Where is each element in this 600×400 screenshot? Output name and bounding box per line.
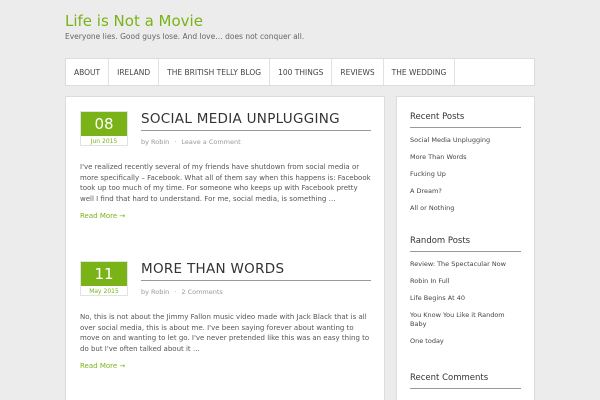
post-comments-link[interactable]: Leave a Comment — [181, 138, 240, 146]
date-day: 08 — [81, 112, 127, 136]
recent-post-link[interactable]: A Dream? — [410, 187, 521, 196]
recent-posts-list: Social Media Unplugging More Than Words … — [410, 136, 521, 213]
post-comments-link[interactable]: 2 Comments — [181, 288, 222, 296]
post-excerpt: I've realized recently several of my fri… — [80, 163, 371, 203]
nav-item-ireland[interactable]: Ireland — [109, 59, 160, 85]
post-excerpt: No, this is not about the Jimmy Fallon m… — [80, 313, 370, 353]
recent-post-link[interactable]: All or Nothing — [410, 204, 521, 213]
date-badge: 08 Jun 2015 — [80, 111, 128, 146]
site-title[interactable]: Life is Not a Movie — [65, 12, 203, 30]
recent-post-link[interactable]: Social Media Unplugging — [410, 136, 521, 145]
recent-post-link[interactable]: More Than Words — [410, 153, 521, 162]
random-post-link[interactable]: Life Begins At 40 — [410, 294, 521, 303]
widget-title: Recent Posts — [410, 112, 521, 128]
date-month: May 2015 — [89, 287, 119, 295]
recent-post-link[interactable]: Fucking Up — [410, 170, 521, 179]
date-day: 11 — [81, 262, 127, 286]
nav-item-100-things[interactable]: 100 Things — [270, 59, 333, 85]
date-badge: 11 May 2015 — [80, 261, 128, 296]
random-posts-widget: Random Posts Review: The Spectacular Now… — [410, 236, 521, 346]
post-author[interactable]: by Robin — [141, 138, 169, 146]
sidebar: Recent Posts Social Media Unplugging Mor… — [396, 96, 535, 400]
post-title[interactable]: SOCIAL MEDIA UNPLUGGING — [141, 111, 371, 131]
post-meta: by Robin · Leave a Comment — [141, 138, 241, 146]
meta-separator: · — [174, 288, 177, 296]
random-post-link[interactable]: Review: The Spectacular Now — [410, 260, 521, 269]
main-content: 08 Jun 2015 SOCIAL MEDIA UNPLUGGING by R… — [65, 96, 385, 400]
date-month: Jun 2015 — [90, 137, 118, 145]
random-post-link[interactable]: Robin In Full — [410, 277, 521, 286]
nav-item-british-telly-blog[interactable]: The British Telly Blog — [159, 59, 271, 85]
random-posts-list: Review: The Spectacular Now Robin In Ful… — [410, 260, 521, 346]
read-more-link[interactable]: Read More → — [80, 212, 125, 220]
nav-item-about[interactable]: About — [66, 59, 110, 85]
recent-comments-widget: Recent Comments — [410, 373, 521, 389]
nav-item-the-wedding[interactable]: The Wedding — [384, 59, 456, 85]
nav-item-reviews[interactable]: Reviews — [332, 59, 384, 85]
recent-posts-widget: Recent Posts Social Media Unplugging Mor… — [410, 112, 521, 213]
widget-title: Recent Comments — [410, 373, 521, 389]
site-tagline: Everyone lies. Good guys lose. And love…… — [65, 32, 305, 41]
widget-title: Random Posts — [410, 236, 521, 252]
post-meta: by Robin · 2 Comments — [141, 288, 223, 296]
read-more-link[interactable]: Read More → — [80, 362, 125, 370]
meta-separator: · — [174, 138, 177, 146]
random-post-link[interactable]: One today — [410, 337, 521, 346]
post-author[interactable]: by Robin — [141, 288, 169, 296]
random-post-link[interactable]: You Know You Like it Random Baby — [410, 311, 521, 329]
post-title[interactable]: MORE THAN WORDS — [141, 261, 371, 281]
main-nav: About Ireland The British Telly Blog 100… — [65, 58, 535, 86]
